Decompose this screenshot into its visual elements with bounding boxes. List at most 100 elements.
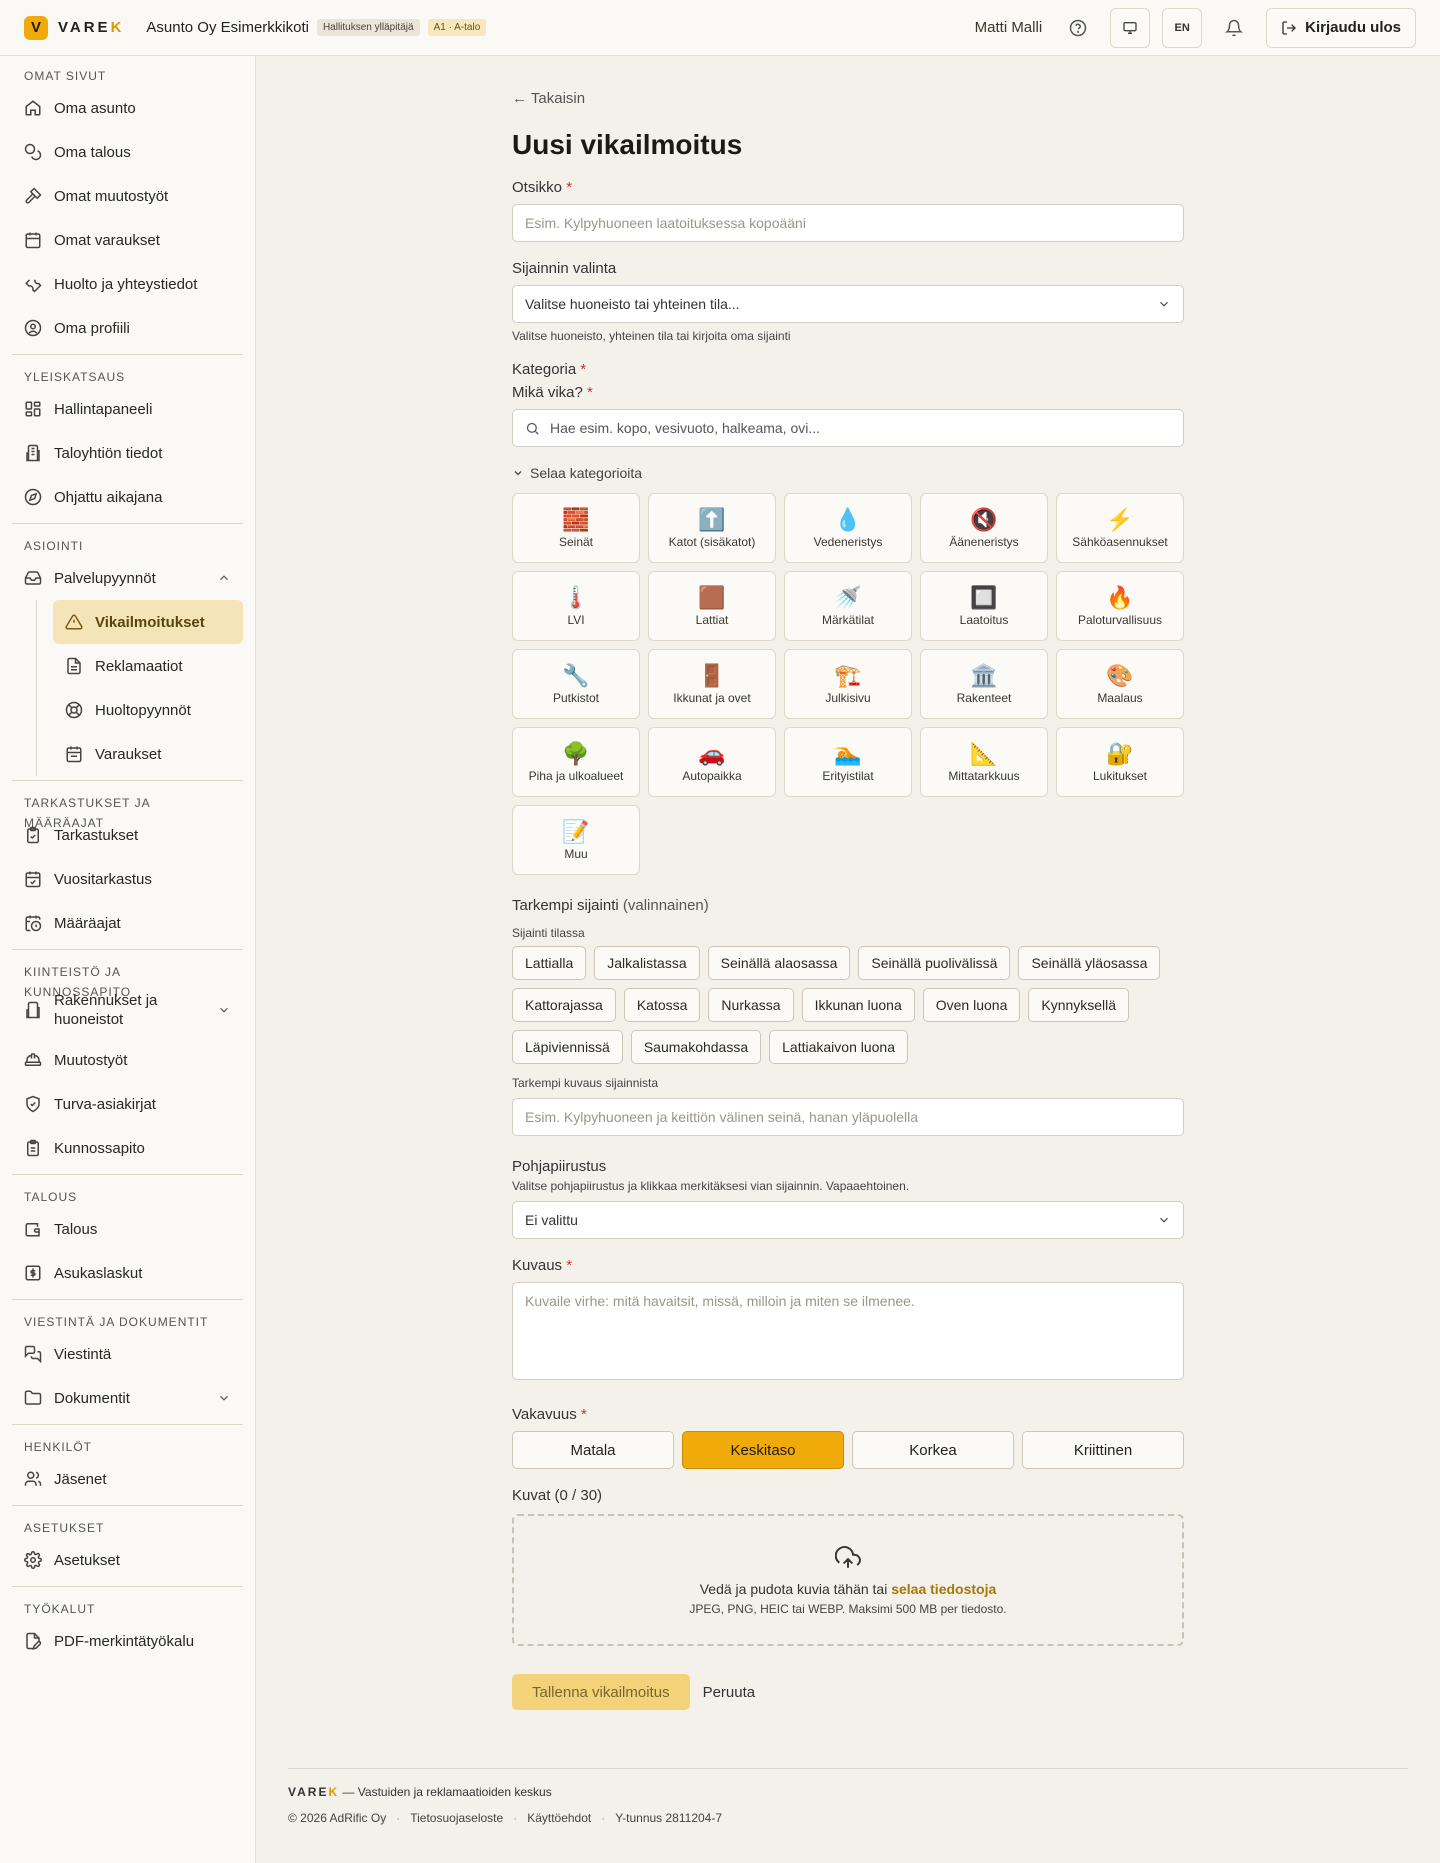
sidebar-item-oma-talous[interactable]: Oma talous	[12, 130, 243, 174]
detail-desc-input[interactable]: Esim. Kylpyhuoneen ja keittiön välinen s…	[512, 1098, 1184, 1136]
user-name[interactable]: Matti Malli	[975, 19, 1043, 36]
lifebuoy-icon	[65, 701, 83, 719]
sidebar-item-varaukset[interactable]: Varaukset	[53, 732, 243, 776]
role-badge: Hallituksen ylläpitäjä	[316, 19, 420, 36]
severity-option[interactable]: Korkea	[852, 1431, 1014, 1469]
category-tile[interactable]: 🚿 Märkätilat	[784, 571, 912, 641]
category-tile[interactable]: 🌡️ LVI	[512, 571, 640, 641]
severity-option[interactable]: Matala	[512, 1431, 674, 1469]
sidebar-item-jasenet[interactable]: Jäsenet	[12, 1457, 243, 1501]
chevron-down-icon	[1160, 301, 1168, 307]
sidebar-item-vikailmoitukset[interactable]: Vikailmoitukset	[53, 600, 243, 644]
category-tile[interactable]: 🏛️ Rakenteet	[920, 649, 1048, 719]
footer-terms-link[interactable]: Käyttöehdot	[527, 1811, 591, 1825]
category-tile[interactable]: ⚡ Sähköasennukset	[1056, 493, 1184, 563]
category-tile[interactable]: 🌳 Piha ja ulkoalueet	[512, 727, 640, 797]
category-label: Putkistot	[552, 691, 600, 705]
image-dropzone[interactable]: Vedä ja pudota kuvia tähän tai selaa tie…	[512, 1514, 1184, 1646]
category-tile[interactable]: 💧 Vedeneristys	[784, 493, 912, 563]
title-input[interactable]: Esim. Kylpyhuoneen laatoituksessa kopoää…	[512, 204, 1184, 242]
location-chip[interactable]: Seinällä yläosassa	[1018, 946, 1161, 980]
location-chip[interactable]: Seinällä alaosassa	[707, 946, 851, 980]
cancel-button[interactable]: Peruuta	[703, 1684, 756, 1701]
category-tile[interactable]: 🟫 Lattiat	[648, 571, 776, 641]
location-chip[interactable]: Nurkassa	[708, 988, 794, 1022]
sidebar-item-palvelupyynnot[interactable]: Palvelupyynnöt	[12, 556, 243, 600]
browse-categories-toggle[interactable]: Selaa kategorioita	[512, 465, 1184, 481]
sidebar-item-huoltopyynnot[interactable]: Huoltopyynnöt	[53, 688, 243, 732]
sidebar-item-ohjattu-aikajana[interactable]: Ohjattu aikajana	[12, 475, 243, 519]
category-tile[interactable]: 🔲 Laatoitus	[920, 571, 1048, 641]
sidebar-item-asukaslaskut[interactable]: Asukaslaskut	[12, 1251, 243, 1295]
language-button[interactable]: EN	[1162, 7, 1203, 48]
footer-privacy-link[interactable]: Tietosuojaseloste	[410, 1811, 503, 1825]
sidebar-item-reklamaatiot[interactable]: Reklamaatiot	[53, 644, 243, 688]
browse-files-link[interactable]: selaa tiedostoja	[891, 1581, 996, 1597]
category-tile[interactable]: 🎨 Maalaus	[1056, 649, 1184, 719]
sidebar-item-oma-profiili[interactable]: Oma profiili	[12, 306, 243, 350]
location-chip[interactable]: Saumakohdassa	[630, 1030, 762, 1064]
sidebar-item-muutostyot[interactable]: Muutostyöt	[12, 1038, 243, 1082]
floorplan-select[interactable]: Ei valittu	[512, 1201, 1184, 1239]
category-label: Mittatarkkuus	[948, 769, 1020, 783]
sidebar-item-oma-asunto[interactable]: Oma asunto	[12, 86, 243, 130]
category-tile[interactable]: 📝 Muu	[512, 805, 640, 875]
location-chip[interactable]: Jalkalistassa	[594, 946, 700, 980]
category-icon: 🎨	[1106, 663, 1134, 688]
location-chip[interactable]: Lattialla	[512, 946, 587, 980]
sidebar-item-taloyhtion-tiedot[interactable]: Taloyhtiön tiedot	[12, 431, 243, 475]
category-tile[interactable]: 🔐 Lukitukset	[1056, 727, 1184, 797]
sidebar-item-maaraajat[interactable]: Määräajat	[12, 901, 243, 945]
location-chip[interactable]: Kattorajassa	[512, 988, 616, 1022]
category-tile[interactable]: 🔇 Ääneneristys	[920, 493, 1048, 563]
logo-text: VAREK	[58, 19, 125, 36]
category-tile[interactable]: 🔥 Paloturvallisuus	[1056, 571, 1184, 641]
sidebar-item-kunnossapito[interactable]: Kunnossapito	[12, 1126, 243, 1170]
gear-icon	[24, 1551, 42, 1569]
sidebar-item-talous[interactable]: Talous	[12, 1207, 243, 1251]
location-chip[interactable]: Katossa	[623, 988, 701, 1022]
category-tile[interactable]: 🔧 Putkistot	[512, 649, 640, 719]
sidebar-item-omat-varaukset[interactable]: Omat varaukset	[12, 218, 243, 262]
section-title-inspections: TARKASTUKSET JA MÄÄRÄAJAT	[24, 796, 150, 830]
location-chip[interactable]: Seinällä puolivälissä	[858, 946, 1011, 980]
severity-option[interactable]: Kriittinen	[1022, 1431, 1184, 1469]
location-chip[interactable]: Kynnyksellä	[1028, 988, 1130, 1022]
sidebar-item-pdf-tool[interactable]: PDF-merkintätyökalu	[12, 1619, 243, 1663]
severity-option[interactable]: Keskitaso	[682, 1431, 844, 1469]
location-chip[interactable]: Läpiviennissä	[512, 1030, 623, 1064]
fault-search-input[interactable]: Hae esim. kopo, vesivuoto, halkeama, ovi…	[512, 409, 1184, 447]
unit-badge: A1 · A-talo	[427, 19, 487, 36]
location-chip[interactable]: Lattiakaivon luona	[769, 1030, 909, 1064]
category-tile[interactable]: 🧱 Seinät	[512, 493, 640, 563]
help-icon[interactable]	[1058, 8, 1098, 48]
category-tile[interactable]: ⬆️ Katot (sisäkatot)	[648, 493, 776, 563]
sidebar-item-asetukset[interactable]: Asetukset	[12, 1538, 243, 1582]
monitor-icon[interactable]	[1110, 7, 1151, 48]
sidebar: OMAT SIVUT Oma asunto Oma talous Omat mu…	[0, 56, 256, 1863]
calendar-check-icon	[25, 871, 41, 888]
sidebar-item-turva-asiakirjat[interactable]: Turva-asiakirjat	[12, 1082, 243, 1126]
sidebar-item-omat-muutostyot[interactable]: Omat muutostyöt	[12, 174, 243, 218]
location-chip[interactable]: Ikkunan luona	[801, 988, 915, 1022]
category-tile[interactable]: 📐 Mittatarkkuus	[920, 727, 1048, 797]
description-textarea[interactable]: Kuvaile virhe: mitä havaitsit, missä, mi…	[512, 1282, 1184, 1380]
sidebar-item-vuositarkastus[interactable]: Vuositarkastus	[12, 857, 243, 901]
category-tile[interactable]: 🚪 Ikkunat ja ovet	[648, 649, 776, 719]
org-name[interactable]: Asunto Oy Esimerkkikoti	[146, 19, 309, 36]
category-tile[interactable]: 🏗️ Julkisivu	[784, 649, 912, 719]
location-chip[interactable]: Oven luona	[922, 988, 1021, 1022]
logo[interactable]: V VAREK	[24, 15, 125, 40]
sidebar-item-hallintapaneeli[interactable]: Hallintapaneeli	[12, 387, 243, 431]
location-select[interactable]: Valitse huoneisto tai yhteinen tila...	[512, 285, 1184, 323]
bell-icon[interactable]	[1214, 8, 1254, 48]
save-button[interactable]: Tallenna vikailmoitus	[512, 1674, 690, 1710]
back-link[interactable]: ← Takaisin	[512, 90, 1184, 107]
logout-button[interactable]: Kirjaudu ulos	[1266, 7, 1416, 48]
category-tile[interactable]: 🚗 Autopaikka	[648, 727, 776, 797]
sidebar-item-viestinta[interactable]: Viestintä	[12, 1332, 243, 1376]
section-title-comms: VIESTINTÄ JA DOKUMENTIT	[24, 1315, 209, 1329]
sidebar-item-dokumentit[interactable]: Dokumentit	[12, 1376, 243, 1420]
category-tile[interactable]: 🏊 Erityistilat	[784, 727, 912, 797]
sidebar-item-huolto[interactable]: Huolto ja yhteystiedot	[12, 262, 243, 306]
